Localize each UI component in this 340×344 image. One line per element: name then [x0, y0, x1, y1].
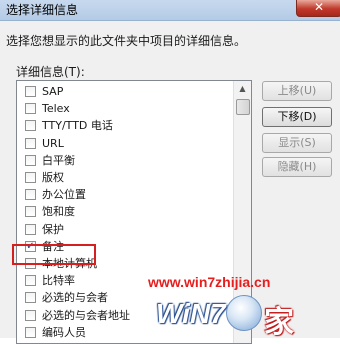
checkbox[interactable] — [25, 120, 36, 132]
list-item[interactable]: SAP — [17, 83, 235, 101]
checkbox[interactable] — [25, 189, 36, 201]
watermark-jia: 家 — [264, 305, 294, 340]
list-item[interactable]: Telex — [17, 100, 235, 118]
list-item[interactable]: 保护 — [17, 221, 235, 239]
list-item-label: 版权 — [42, 171, 64, 184]
checkbox[interactable] — [25, 206, 36, 218]
dialog-description: 选择您想显示的此文件夹中项目的详细信息。 — [6, 34, 247, 48]
list-item-label: 必选的与会者 — [42, 291, 108, 305]
scroll-up-icon[interactable]: ▲ — [234, 81, 251, 97]
checkbox[interactable] — [25, 103, 36, 115]
scroll-thumb[interactable] — [236, 99, 250, 115]
list-item[interactable]: 白平衡 — [17, 152, 235, 170]
list-item-label: TTY/TTD 电话 — [42, 119, 113, 133]
title-bar: 选择详细信息 ✕ — [0, 0, 340, 21]
checkbox[interactable] — [25, 326, 36, 338]
hide-button[interactable]: 隐藏(H) — [262, 157, 332, 177]
list-item-label: 比特率 — [42, 274, 75, 288]
list-item-label: URL — [42, 136, 64, 150]
checkbox[interactable] — [25, 292, 36, 304]
dialog-body: 选择您想显示的此文件夹中项目的详细信息。 详细信息(T): SAP Telex TT… — [0, 21, 340, 344]
dialog-title: 选择详细信息 — [6, 3, 79, 17]
list-item-label: 保护 — [42, 222, 64, 236]
checkbox[interactable] — [25, 154, 36, 166]
list-item-label: 必选的与会者地址 — [42, 308, 130, 322]
list-item-label: 白平衡 — [42, 153, 75, 167]
list-item[interactable]: TTY/TTD 电话 — [17, 117, 235, 135]
list-item[interactable]: 版权 — [17, 169, 235, 187]
list-item-label: 办公位置 — [42, 188, 86, 202]
move-up-button[interactable]: 上移(U) — [262, 81, 332, 101]
checkbox[interactable] — [25, 172, 36, 183]
close-button[interactable]: ✕ — [296, 0, 340, 17]
watermark-url: www.win7zhijia.cn — [148, 274, 271, 290]
checkbox[interactable] — [25, 275, 36, 287]
list-item-label: SAP — [42, 85, 64, 98]
move-down-button[interactable]: 下移(D) — [262, 107, 332, 127]
list-item-label: 编码人员 — [42, 325, 86, 339]
checkbox[interactable] — [25, 86, 36, 97]
checkbox[interactable] — [25, 309, 36, 321]
checkbox[interactable] — [25, 223, 36, 235]
list-item[interactable]: 饱和度 — [17, 203, 235, 221]
details-list-label: 详细信息(T): — [16, 65, 85, 79]
highlight-annotation — [12, 244, 96, 265]
list-item-label: Telex — [42, 102, 70, 116]
list-item[interactable]: 办公位置 — [17, 186, 235, 204]
list-item[interactable]: URL — [17, 135, 235, 153]
checkbox[interactable] — [25, 137, 36, 149]
watermark-logo: WiN7 — [156, 298, 226, 329]
list-item-label: 饱和度 — [42, 205, 75, 219]
windows-orb-icon — [226, 295, 262, 331]
show-button[interactable]: 显示(S) — [262, 133, 332, 153]
